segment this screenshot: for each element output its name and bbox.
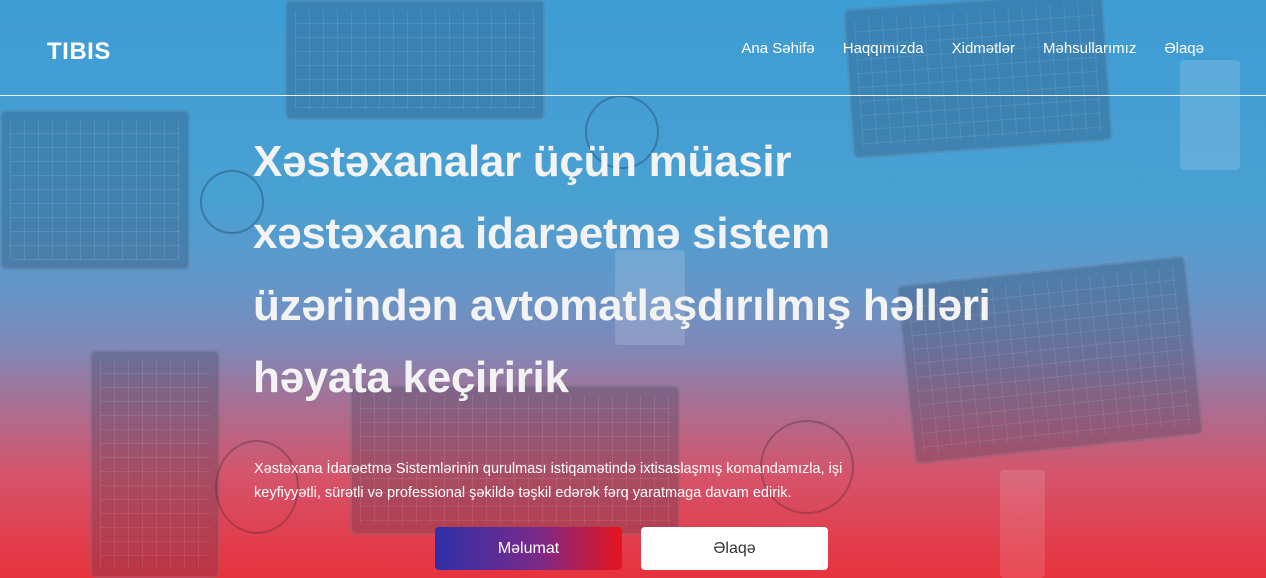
navbar: TIBIS Ana Səhifə Haqqımızda Xidmətlər Mə… [0,0,1266,96]
main-nav: Ana Səhifə Haqqımızda Xidmətlər Məhsulla… [741,40,1204,58]
nav-item-products: Məhsullarımız [1043,40,1136,58]
contact-button[interactable]: Əlaqə [641,527,828,570]
nav-item-about: Haqqımızda [843,40,924,58]
headline-line: üzərindən avtomatlaşdırılmış həlləri [253,281,991,330]
nav-link-products[interactable]: Məhsullarımız [1043,40,1136,57]
headline-line: həyata keçiririk [253,353,569,402]
nav-link-services[interactable]: Xidmətlər [952,40,1015,57]
info-button[interactable]: Məlumat [435,527,622,570]
headline-line: Xəstəxanalar üçün müasir [253,137,792,186]
subtitle-line: Xəstəxana İdarəetmə Sistemlərinin qurulm… [254,461,843,477]
nav-link-home[interactable]: Ana Səhifə [741,40,814,57]
hero-headline: Xəstəxanalar üçün müasir xəstəxana idarə… [253,126,1113,414]
nav-item-home: Ana Səhifə [741,40,814,58]
subtitle-line: keyfiyyətli, sürətli və professional şək… [254,485,792,501]
logo[interactable]: TIBIS [47,38,111,66]
hero-subtitle: Xəstəxana İdarəetmə Sistemlərinin qurulm… [254,457,974,505]
nav-item-contact: Əlaqə [1164,40,1204,58]
nav-item-services: Xidmətlər [952,40,1015,58]
nav-link-contact[interactable]: Əlaqə [1164,40,1204,57]
headline-line: xəstəxana idarəetmə sistem [253,209,830,258]
nav-link-about[interactable]: Haqqımızda [843,40,924,57]
hero-section: TIBIS Ana Səhifə Haqqımızda Xidmətlər Mə… [0,0,1266,578]
